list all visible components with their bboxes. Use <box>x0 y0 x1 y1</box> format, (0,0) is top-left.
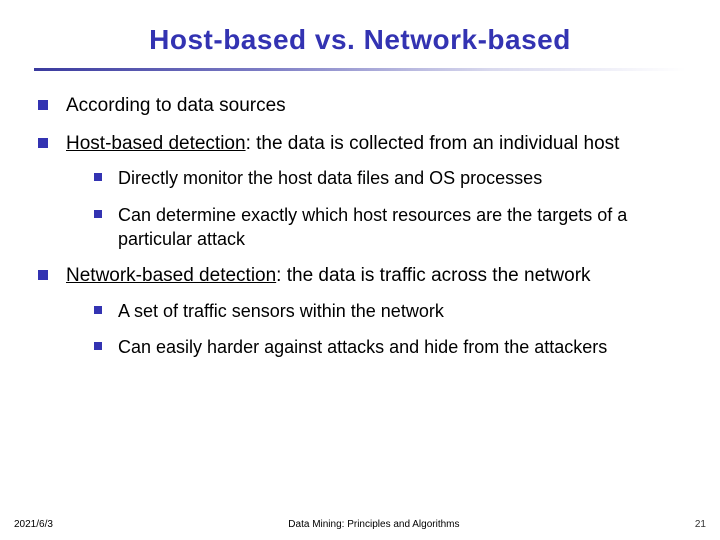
bullet-text: Can easily harder against attacks and hi… <box>118 337 607 357</box>
bullet-list: According to data sources Host-based det… <box>34 93 686 359</box>
footer: 2021/6/3 Data Mining: Principles and Alg… <box>0 519 720 530</box>
slide: Host-based vs. Network-based According t… <box>0 0 720 540</box>
list-item: Directly monitor the host data files and… <box>94 166 686 190</box>
bullet-lead: Host-based detection <box>66 133 246 154</box>
bullet-text: Directly monitor the host data files and… <box>118 168 542 188</box>
bullet-rest: : the data is collected from an individu… <box>246 133 620 154</box>
list-item: Host-based detection: the data is collec… <box>38 131 686 252</box>
footer-source: Data Mining: Principles and Algorithms <box>53 519 695 530</box>
list-item: Can easily harder against attacks and hi… <box>94 335 686 359</box>
list-item: Can determine exactly which host resourc… <box>94 203 686 252</box>
footer-page: 21 <box>695 519 706 530</box>
bullet-text: A set of traffic sensors within the netw… <box>118 301 444 321</box>
bullet-rest: : the data is traffic across the network <box>276 265 590 286</box>
list-item: According to data sources <box>38 93 686 119</box>
footer-date: 2021/6/3 <box>14 519 53 530</box>
title-rule <box>34 68 686 71</box>
bullet-text: According to data sources <box>66 95 286 116</box>
list-item: Network-based detection: the data is tra… <box>38 263 686 359</box>
list-item: A set of traffic sensors within the netw… <box>94 299 686 323</box>
bullet-text: Can determine exactly which host resourc… <box>118 205 627 249</box>
sublist: Directly monitor the host data files and… <box>66 166 686 251</box>
slide-title: Host-based vs. Network-based <box>34 18 686 68</box>
bullet-lead: Network-based detection <box>66 265 276 286</box>
sublist: A set of traffic sensors within the netw… <box>66 299 686 360</box>
